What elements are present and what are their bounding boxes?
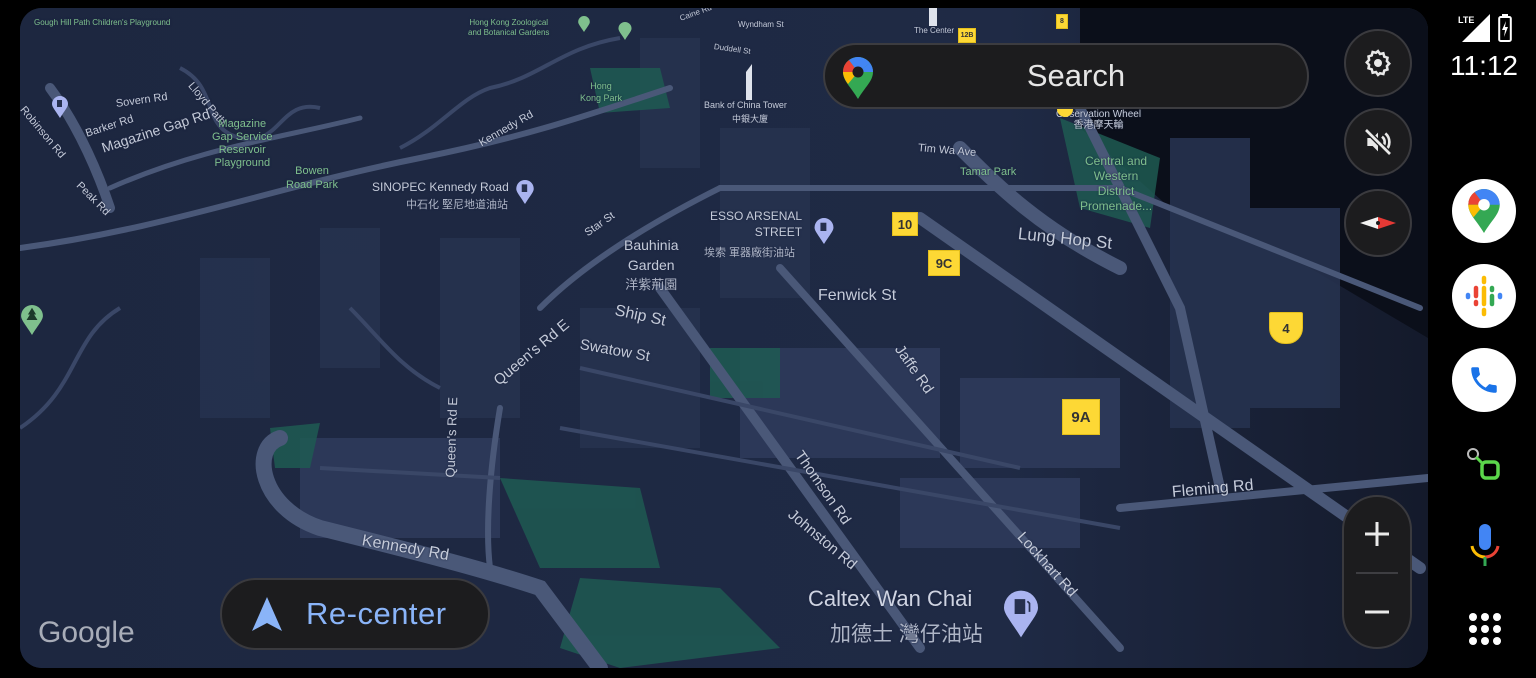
notifications-icon[interactable] <box>1465 445 1505 485</box>
place-label-line: Road Park <box>286 179 338 191</box>
app-google-podcasts[interactable] <box>1452 264 1516 328</box>
place-label-line: Bauhinia <box>624 237 679 253</box>
place-label-bowen: Bowen Road Park <box>286 164 338 192</box>
search-label: Search <box>1026 58 1126 93</box>
minus-icon <box>1365 610 1389 614</box>
place-label-line: Hong Kong Zoological <box>469 18 549 27</box>
landmark-the-center-icon <box>929 8 937 26</box>
google-maps-icon <box>1468 189 1500 233</box>
compass-icon <box>1360 217 1396 229</box>
place-label-gough-hill: Gough Hill Path Children's Playground <box>34 18 171 27</box>
zoom-out-button[interactable] <box>1344 575 1410 649</box>
place-label-bauhinia-cn: 洋紫荊園 <box>625 277 678 292</box>
exit-shield: 9C <box>928 250 960 276</box>
zoom-divider <box>1356 572 1398 574</box>
place-label-line: Kong Park <box>580 93 623 103</box>
place-label-tamar: Tamar Park <box>960 166 1017 178</box>
place-label-line: Garden <box>627 257 675 273</box>
park-pin-icon[interactable] <box>618 22 632 40</box>
gas-station-pin-icon[interactable] <box>814 218 834 244</box>
place-label-magazine-gap: Magazine Gap Service Reservoir Playgroun… <box>212 118 273 170</box>
app-launcher-grid-icon[interactable] <box>1468 612 1502 646</box>
street-label: Queen's Rd E <box>442 396 461 478</box>
phone-icon <box>1471 367 1497 393</box>
place-label-line: ESSO ARSENAL <box>710 209 803 223</box>
recenter-button[interactable]: Re-center <box>220 578 490 650</box>
place-label-line: Magazine <box>218 118 267 130</box>
place-label-line: Gap Service <box>212 131 273 143</box>
place-label-promenade: Central and Western District Promenade..… <box>1080 154 1152 214</box>
place-label-sinopec-cn: 中石化 堅尼地道油站 <box>406 199 509 211</box>
voice-muted-icon <box>1364 128 1392 156</box>
place-label-line: Promenade... <box>1080 199 1153 213</box>
street-label: Wyndham St <box>738 20 784 29</box>
compass-button[interactable] <box>1344 189 1412 257</box>
place-label-bauhinia: Bauhinia Garden 洋紫荊園 <box>624 235 679 295</box>
landmark-bank-of-china-icon <box>746 64 752 100</box>
route-shield: 4 <box>1269 312 1303 344</box>
gas-station-pin-icon[interactable] <box>516 180 534 204</box>
app-google-maps[interactable] <box>1452 179 1516 243</box>
google-attribution: Google <box>38 616 135 649</box>
clock: 11:12 <box>1450 50 1518 81</box>
zoom-in-button[interactable] <box>1344 497 1410 571</box>
app-phone[interactable] <box>1452 348 1516 412</box>
place-label-sinopec: SINOPEC Kennedy Road <box>372 180 509 194</box>
plus-icon <box>1365 522 1389 546</box>
exit-shield: 9A <box>1062 399 1100 435</box>
battery-charging-icon <box>1498 14 1512 42</box>
search-bar[interactable]: Search <box>823 43 1309 109</box>
recenter-label: Re-center <box>306 596 447 631</box>
exit-shield: 12B <box>958 28 976 43</box>
place-label-line: Reservoir <box>218 144 266 156</box>
place-label-boc-cn: 中銀大廈 <box>732 114 769 124</box>
google-maps-logo-icon <box>843 57 873 99</box>
google-podcasts-icon <box>1465 275 1503 317</box>
app-rail <box>1436 0 1536 678</box>
place-label-wheel-cn: 香港摩天輪 <box>1073 120 1124 131</box>
place-label-the-center: The Center <box>914 26 955 35</box>
place-label-line: Hong <box>590 81 612 91</box>
gear-icon <box>1365 49 1391 77</box>
exit-shield: 8 <box>1056 14 1068 29</box>
place-label-zoo: Hong Kong Zoological and Botanical Garde… <box>468 18 549 38</box>
navigation-arrow-icon <box>252 597 282 631</box>
gas-station-pin-icon[interactable] <box>1004 590 1038 638</box>
settings-button[interactable] <box>1344 29 1412 97</box>
signal-icon <box>1462 14 1490 42</box>
place-label-line: Bowen <box>295 165 329 177</box>
place-label-line: STREET <box>754 225 803 239</box>
place-label-line: Western <box>1093 169 1139 183</box>
place-label-caltex-cn: 加德士 灣仔油站 <box>830 623 983 646</box>
place-label-line: and Botanical Gardens <box>468 28 550 37</box>
place-label-hk-park: Hong Kong Park <box>580 80 622 104</box>
park-pin-icon[interactable] <box>20 305 44 335</box>
exit-shield: 10 <box>892 212 918 236</box>
place-label-line: Central and <box>1085 154 1148 168</box>
place-label-line: Playground <box>214 157 271 169</box>
mute-button[interactable] <box>1344 108 1412 176</box>
street-label: Fenwick St <box>818 287 897 304</box>
gas-station-pin-icon[interactable] <box>52 96 68 118</box>
park-pin-icon[interactable] <box>578 16 590 32</box>
place-label-caltex: Caltex Wan Chai <box>808 586 973 611</box>
microphone-icon[interactable] <box>1468 524 1502 568</box>
place-label-esso: ESSO ARSENAL STREET <box>710 208 802 240</box>
zoom-control <box>1342 495 1412 649</box>
place-label-esso-cn: 埃索 軍器廠街油站 <box>704 247 796 259</box>
place-label-boc: Bank of China Tower <box>704 100 787 110</box>
place-label-line: District <box>1097 184 1135 198</box>
